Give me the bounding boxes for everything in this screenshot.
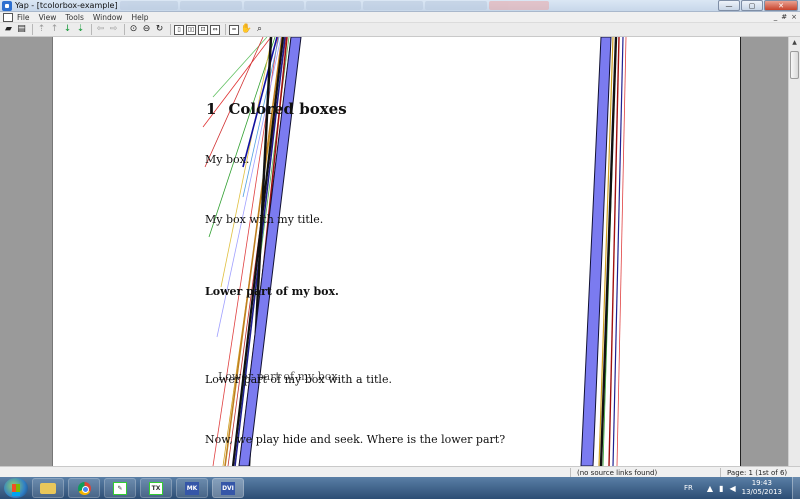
open-icon[interactable]: ▰ — [3, 24, 14, 35]
mdi-restore-button[interactable]: # — [781, 13, 787, 21]
clock[interactable]: 19:43 13/05/2013 — [742, 479, 782, 497]
system-tray: FR ▲ ▮ ◀ 19:43 13/05/2013 — [684, 477, 800, 499]
scroll-up-icon[interactable]: ▲ — [789, 37, 800, 48]
minimize-button[interactable]: — — [718, 0, 740, 11]
go-down-icon[interactable]: ↓ — [62, 24, 73, 35]
document-viewport[interactable]: 1 Colored boxes My box. My box with my ti… — [0, 37, 788, 466]
show-desktop-button[interactable] — [792, 477, 800, 499]
two-page-icon[interactable]: ▯▯ — [186, 24, 196, 35]
back-icon[interactable]: ⇦ — [95, 24, 106, 35]
toolbar: ▰ ▤ ⇡ ↑ ↓ ⇣ ⇦ ⇨ ⊙ ⊖ ↻ ▯ ▯▯ ⊡ ⇔ ═ ✋ ⌕ — [0, 23, 800, 37]
refresh-icon[interactable]: ↻ — [154, 24, 165, 35]
menu-help[interactable]: Help — [131, 13, 148, 22]
box-line-3: Lower part of my box. — [205, 285, 339, 298]
document-icon[interactable] — [3, 12, 13, 22]
fit-width-icon[interactable]: ⇔ — [210, 24, 220, 35]
graphics-artifacts — [202, 37, 627, 466]
magnifier-icon[interactable]: ⌕ — [254, 24, 265, 35]
explorer-icon[interactable] — [32, 478, 64, 498]
network-icon[interactable]: ▮ — [719, 484, 723, 493]
go-up-icon[interactable]: ⇡ — [36, 24, 47, 35]
window-title: Yap - [tcolorbox-example] — [15, 1, 118, 10]
menu-tools[interactable]: Tools — [65, 13, 83, 22]
dvi-page: 1 Colored boxes My box. My box with my ti… — [52, 37, 741, 466]
start-button[interactable] — [4, 478, 28, 498]
language-indicator[interactable]: FR — [684, 484, 693, 492]
status-bar: (no source links found) Page: 1 (1st of … — [0, 466, 800, 477]
menu-bar: File View Tools Window Help _ # × — [0, 12, 800, 23]
go-to-end-icon[interactable]: ⇣ — [75, 24, 86, 35]
clock-time: 19:43 — [751, 479, 772, 487]
ruler-icon[interactable]: ═ — [229, 24, 239, 35]
close-button[interactable]: ✕ — [764, 0, 798, 11]
section-number: 1 — [206, 100, 217, 118]
zoom-circle-icon[interactable]: ⊙ — [128, 24, 139, 35]
page-indicator: Page: 1 (1st of 6) — [720, 468, 800, 477]
forward-icon[interactable]: ⇨ — [108, 24, 119, 35]
overlapping-text: Lower part of my box. — [218, 370, 342, 383]
section-title: Colored boxes — [228, 100, 347, 118]
section-heading: 1 Colored boxes — [206, 100, 347, 118]
menu-window[interactable]: Window — [93, 13, 123, 22]
mdi-controls: _ # × — [774, 13, 797, 21]
box-line-5: Now, we play hide and seek. Where is the… — [205, 433, 506, 446]
go-up-disabled-icon[interactable]: ↑ — [49, 24, 60, 35]
menu-file[interactable]: File — [17, 13, 30, 22]
source-links-status: (no source links found) — [570, 468, 700, 477]
scrollbar-thumb[interactable] — [790, 51, 799, 79]
editor-icon[interactable]: ✎ — [104, 478, 136, 498]
title-bar: Yap - [tcolorbox-example] — ▢ ✕ — [0, 0, 800, 12]
zoom-minus-icon[interactable]: ⊖ — [141, 24, 152, 35]
box-line-2: My box with my title. — [205, 213, 324, 226]
single-page-icon[interactable]: ▯ — [174, 24, 184, 35]
texmaker-icon[interactable]: TX — [140, 478, 172, 498]
yap-icon[interactable]: DVI — [212, 478, 244, 498]
menu-view[interactable]: View — [39, 13, 57, 22]
background-tabs — [120, 1, 549, 10]
maximize-button[interactable]: ▢ — [741, 0, 763, 11]
fit-page-icon[interactable]: ⊡ — [198, 24, 208, 35]
mdi-close-button[interactable]: × — [791, 13, 797, 21]
hand-icon[interactable]: ✋ — [241, 24, 252, 35]
chrome-icon[interactable] — [68, 478, 100, 498]
windows-taskbar: ✎ TX MK DVI FR ▲ ▮ ◀ 19:43 13/05/2013 — [0, 477, 800, 499]
tray-expand-icon[interactable]: ▲ — [707, 484, 713, 493]
clock-date: 13/05/2013 — [741, 488, 782, 496]
mdi-minimize-button[interactable]: _ — [774, 13, 778, 21]
window-controls: — ▢ ✕ — [718, 0, 798, 11]
print-icon[interactable]: ▤ — [16, 24, 27, 35]
volume-icon[interactable]: ◀ — [729, 484, 735, 493]
yap-app-icon[interactable] — [2, 0, 12, 11]
box-line-1: My box. — [205, 153, 250, 166]
vertical-scrollbar[interactable]: ▲ — [788, 37, 800, 466]
miktex-icon[interactable]: MK — [176, 478, 208, 498]
